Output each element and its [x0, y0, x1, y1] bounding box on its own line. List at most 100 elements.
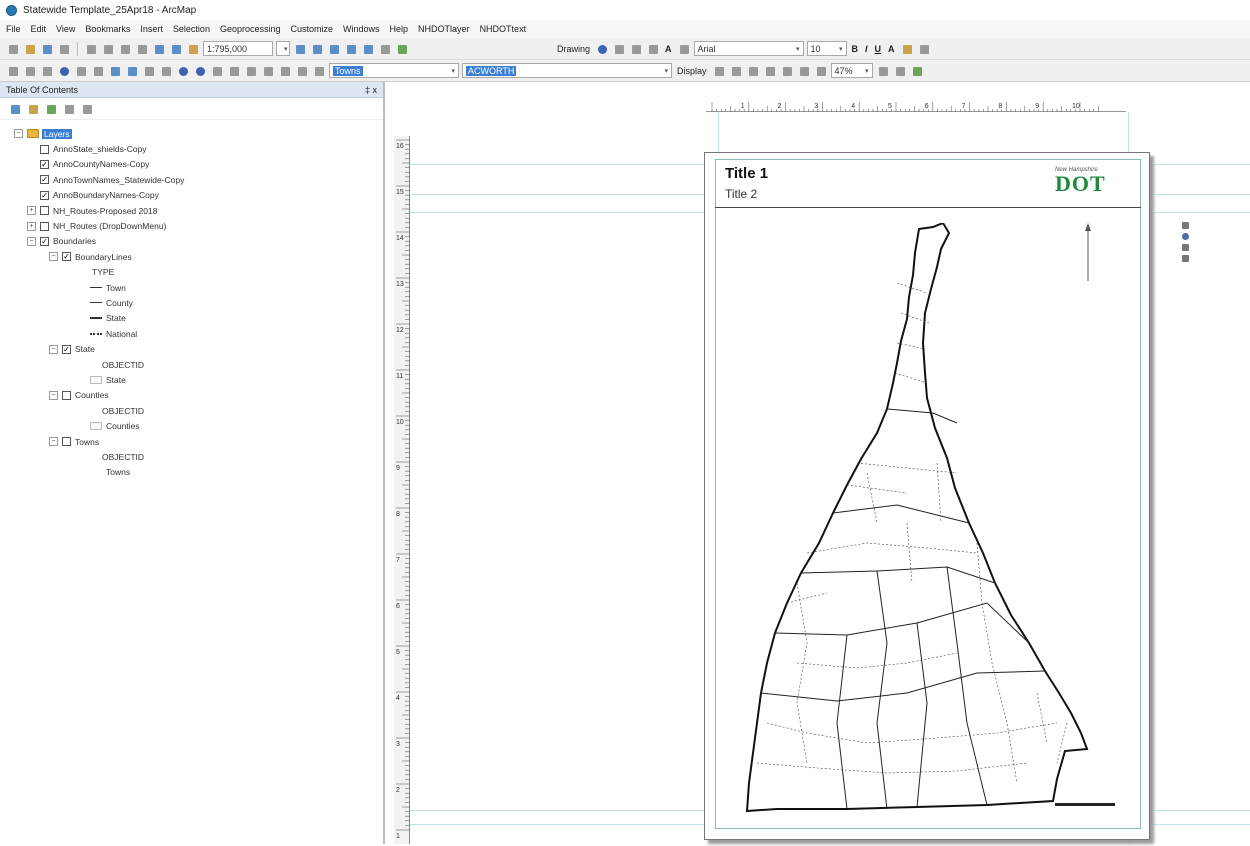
forward-extent-icon[interactable] [125, 64, 139, 78]
drawing-menu[interactable]: Drawing [555, 44, 592, 54]
select-features-icon[interactable] [142, 64, 156, 78]
layer-item[interactable]: − ✓ State [0, 341, 383, 356]
model-builder-icon[interactable] [395, 42, 409, 56]
menu-file[interactable]: File [6, 24, 21, 34]
python-window-icon[interactable] [378, 42, 392, 56]
go-to-xy-icon[interactable] [278, 64, 292, 78]
layer-label[interactable]: NH_Routes (DropDownMenu) [53, 221, 166, 231]
time-slider-icon[interactable] [295, 64, 309, 78]
new-document-icon[interactable] [6, 42, 20, 56]
layer-label[interactable]: Towns [75, 437, 99, 447]
new-text-icon[interactable]: A [663, 44, 674, 54]
town-line-symbol[interactable] [90, 287, 102, 289]
toc-options-icon[interactable] [80, 102, 94, 116]
zoom-percent-combo[interactable]: 47% ▾ [830, 63, 873, 78]
toggle-draft-mode-icon[interactable] [797, 64, 811, 78]
layer-visibility-checkbox[interactable] [62, 437, 71, 446]
delete-icon[interactable] [135, 42, 149, 56]
menu-bookmarks[interactable]: Bookmarks [85, 24, 130, 34]
rotate-icon[interactable] [612, 42, 626, 56]
map-title-1[interactable]: Title 1 [725, 165, 768, 182]
globe-icon[interactable] [1182, 233, 1189, 240]
list-by-selection-icon[interactable] [62, 102, 76, 116]
fixed-zoom-in-icon[interactable] [74, 64, 88, 78]
collapse-icon[interactable]: − [49, 437, 58, 446]
add-data-icon[interactable] [186, 42, 200, 56]
layer-visibility-checkbox[interactable]: ✓ [62, 252, 71, 262]
state-line-symbol[interactable] [90, 317, 102, 320]
change-layout-icon[interactable] [876, 64, 890, 78]
scale-bar[interactable] [1055, 803, 1115, 806]
identify-icon[interactable] [193, 64, 207, 78]
national-line-symbol[interactable] [90, 332, 102, 335]
menu-nhdotlayer[interactable]: NHDOTlayer [418, 24, 470, 34]
print-icon[interactable] [57, 42, 71, 56]
layer-item[interactable]: ✓ AnnoBoundaryNames-Copy [0, 188, 383, 203]
layer-item[interactable]: − Towns [0, 434, 383, 449]
zoom-100-percent-icon[interactable] [763, 64, 777, 78]
paste-icon[interactable] [118, 42, 132, 56]
font-size-combo[interactable]: 10 ▾ [806, 41, 847, 56]
map-scale-combo[interactable]: 1:795,000 [203, 41, 273, 56]
export-map-icon[interactable] [910, 64, 924, 78]
layer-visibility-checkbox[interactable]: ✓ [40, 159, 49, 169]
layout-view[interactable]: 1 2 3 4 5 6 7 8 9 10 16 15 14 13 12 11 10 9 8 7 6 5 4 3 2 1 Titl… [388, 82, 1250, 844]
element-icon[interactable] [1182, 222, 1189, 229]
table-of-contents-icon[interactable] [310, 42, 324, 56]
layer-label[interactable]: NH_Routes-Proposed 2018 [53, 206, 157, 216]
layer-visibility-checkbox[interactable]: ✓ [40, 190, 49, 200]
map-title-2[interactable]: Title 2 [725, 187, 757, 201]
clear-selection-icon[interactable] [159, 64, 173, 78]
layers-root-label[interactable]: Layers [42, 128, 72, 139]
zoom-whole-page-icon[interactable] [629, 42, 643, 56]
data-driven-pages-icon[interactable] [893, 64, 907, 78]
fixed-zoom-out-icon[interactable] [91, 64, 105, 78]
layer-label[interactable]: BoundaryLines [75, 252, 132, 262]
legend-class[interactable]: Towns [0, 465, 383, 480]
tree-root-layers[interactable]: − Layers [0, 126, 383, 141]
layer-visibility-checkbox[interactable] [40, 144, 49, 154]
layer-label[interactable]: Boundaries [53, 236, 96, 246]
layer-selector-combo[interactable]: Towns ▾ [329, 63, 459, 78]
layer-item[interactable]: − Counties [0, 388, 383, 403]
layer-label[interactable]: AnnoState_shields-Copy [53, 144, 147, 154]
rectangle-icon[interactable] [646, 42, 660, 56]
layer-visibility-checkbox[interactable]: ✓ [62, 344, 71, 354]
zoom-out-icon[interactable] [23, 64, 37, 78]
create-viewer-icon[interactable] [312, 64, 326, 78]
layer-label[interactable]: Counties [75, 390, 109, 400]
focus-data-frame-icon[interactable] [814, 64, 828, 78]
list-by-visibility-icon[interactable] [44, 102, 58, 116]
open-folder-icon[interactable] [23, 42, 37, 56]
collapse-icon[interactable]: − [49, 344, 58, 354]
layout-zoom-out-icon[interactable] [729, 64, 743, 78]
vertical-ruler[interactable]: 16 15 14 13 12 11 10 9 8 7 6 5 4 3 2 1 [394, 136, 410, 844]
legend-class[interactable]: State [0, 311, 383, 326]
undo-icon[interactable] [152, 42, 166, 56]
copy-icon[interactable] [101, 42, 115, 56]
layout-page[interactable]: Title 1 Title 2 New Hampshire DOT [704, 152, 1150, 840]
layer-item[interactable]: AnnoState_shields-Copy [0, 141, 383, 156]
element-icon[interactable] [1182, 244, 1189, 251]
north-arrow-icon[interactable] [1085, 223, 1091, 283]
layer-item[interactable]: − ✓ BoundaryLines [0, 249, 383, 264]
redo-icon[interactable] [169, 42, 183, 56]
scale-dropdown-arrow[interactable]: ▾ [276, 41, 290, 56]
legend-class[interactable]: State [0, 372, 383, 387]
layer-label[interactable]: AnnoBoundaryNames-Copy [53, 190, 159, 200]
measure-icon[interactable] [227, 64, 241, 78]
new-hampshire-state-outline[interactable] [745, 223, 1089, 813]
search-window-icon[interactable] [344, 42, 358, 56]
find-route-icon[interactable] [261, 64, 275, 78]
cut-icon[interactable] [84, 42, 98, 56]
back-extent-icon[interactable] [108, 64, 122, 78]
layer-visibility-checkbox[interactable] [40, 206, 49, 216]
layer-item[interactable]: ✓ AnnoTownNames_Statewide-Copy [0, 172, 383, 187]
find-icon[interactable] [244, 64, 258, 78]
legend-class[interactable]: National [0, 326, 383, 341]
arctoolbox-icon[interactable] [361, 42, 375, 56]
layer-label[interactable]: AnnoTownNames_Statewide-Copy [53, 175, 184, 185]
menu-view[interactable]: View [56, 24, 75, 34]
collapse-icon[interactable]: − [27, 236, 36, 246]
zoom-in-icon[interactable] [6, 64, 20, 78]
